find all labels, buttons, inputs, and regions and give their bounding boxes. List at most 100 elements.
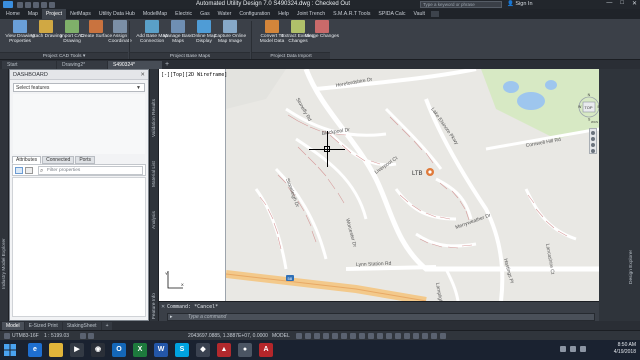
new-layout-button[interactable]: + <box>101 321 113 330</box>
ie-icon[interactable]: e <box>28 343 42 357</box>
close-icon[interactable]: ✕ <box>140 70 145 80</box>
workspace-switch-icon[interactable] <box>386 333 392 339</box>
autocad-icon[interactable]: A <box>259 343 273 357</box>
tab-netmaps[interactable]: NetMaps <box>66 9 95 19</box>
tab-configuration[interactable]: Configuration <box>235 9 274 19</box>
tab-electric[interactable]: Electric <box>171 9 196 19</box>
alphabetical-view-icon[interactable] <box>25 167 33 174</box>
feature-select[interactable]: Select features ▼ <box>13 83 145 92</box>
redo-icon[interactable] <box>49 1 55 8</box>
new-icon[interactable] <box>17 1 23 8</box>
tab-help[interactable]: Help <box>274 9 293 19</box>
viewport-controls-label[interactable]: [-][Top][2D Wireframe] <box>161 72 227 78</box>
tab-spida-calc[interactable]: SPIDA Calc <box>374 9 409 19</box>
map-scale[interactable]: 1 : 5199.03 <box>44 333 69 339</box>
annotation-icon[interactable] <box>377 333 383 339</box>
viewcube[interactable]: TOP N S E W WCS <box>578 88 600 124</box>
close-button[interactable]: ✕ <box>632 0 637 7</box>
design-explorer-tab[interactable]: Design Explorer <box>629 250 634 284</box>
tab-joint-trench[interactable]: Joint Trench <box>293 9 329 19</box>
excel-icon[interactable]: X <box>133 343 147 357</box>
quick-props-icon[interactable] <box>404 333 410 339</box>
tab-vault[interactable]: Vault <box>410 9 429 19</box>
categorized-view-icon[interactable] <box>15 167 23 174</box>
isolate-icon[interactable] <box>413 333 419 339</box>
search-input[interactable]: Type a keyword or phrase <box>420 1 502 8</box>
osnap-icon[interactable] <box>332 333 338 339</box>
tab-model[interactable]: Model <box>2 321 24 330</box>
doc-tab-drawing2[interactable]: Drawing2* <box>57 61 107 69</box>
tab-map[interactable]: Map <box>24 9 42 19</box>
zoom-icon[interactable] <box>591 137 595 141</box>
drawing-viewport[interactable]: Herefordshire Dr Blackpool Dr Lake Elsin… <box>159 69 599 301</box>
command-input[interactable]: ▸ Type a command <box>167 313 595 321</box>
capture-online-map-image-button[interactable]: Capture Online Map Image <box>212 20 248 45</box>
assign-coordinate-button[interactable]: Assign Coordinate <box>102 20 138 45</box>
doc-tab-s490324[interactable]: S490324* <box>108 61 162 69</box>
volume-icon[interactable] <box>570 346 576 352</box>
tab-project[interactable]: Project <box>41 9 67 19</box>
ribbon-minimize-icon[interactable] <box>430 11 439 17</box>
app-menu-icon[interactable] <box>3 1 13 8</box>
tab-e-sized-print[interactable]: E-Sized Print <box>24 321 62 330</box>
maximize-button[interactable]: □ <box>620 0 624 7</box>
feature-info-tab[interactable]: Feature Info <box>152 293 157 319</box>
customize-icon[interactable] <box>440 333 446 339</box>
validation-results-tab[interactable]: Validation Results <box>152 99 157 137</box>
tab-connected[interactable]: Connected <box>42 156 75 164</box>
transparency-icon[interactable] <box>359 333 365 339</box>
sign-in-button[interactable]: 👤 Sign In <box>507 1 533 7</box>
ribbon-group-label[interactable]: Project Data Import <box>252 52 330 59</box>
units-icon[interactable] <box>395 333 401 339</box>
lineweight-icon[interactable] <box>350 333 356 339</box>
doc-tab-start[interactable]: Start <box>2 61 56 69</box>
merge-changes-button[interactable]: Merge Changes <box>304 20 340 39</box>
tab-s-m-a-r-t-tools[interactable]: S.M.A.R.T Tools <box>329 9 374 19</box>
coordinate-system[interactable]: UTM83-16F <box>12 333 39 339</box>
tab-ports[interactable]: Ports <box>75 156 95 164</box>
battery-icon[interactable] <box>580 346 586 352</box>
hardware-accel-icon[interactable] <box>422 333 428 339</box>
chrome-icon[interactable]: ◉ <box>91 343 105 357</box>
selection-cycle-icon[interactable] <box>368 333 374 339</box>
skype-icon[interactable]: S <box>175 343 189 357</box>
new-tab-button[interactable]: + <box>163 61 171 69</box>
windows-start-icon[interactable] <box>4 344 16 356</box>
orbit-icon[interactable] <box>591 143 595 147</box>
clock[interactable]: 8:50 AM 4/19/2018 <box>614 342 636 356</box>
filter-properties-input[interactable]: ⌕ Filter properties <box>38 166 143 175</box>
tab-attributes[interactable]: Attributes <box>12 156 42 164</box>
material-list-tab[interactable]: Material List <box>152 161 157 187</box>
network-icon[interactable] <box>560 346 566 352</box>
tab-stakingsheet[interactable]: StakingSheet <box>62 321 101 330</box>
app-icon-3[interactable]: ● <box>238 343 252 357</box>
pan-icon[interactable] <box>591 131 595 135</box>
polar-icon[interactable] <box>323 333 329 339</box>
otrack-icon[interactable] <box>341 333 347 339</box>
tab-utility-data-hub[interactable]: Utility Data Hub <box>95 9 139 19</box>
save-icon[interactable] <box>33 1 39 8</box>
model-space-toggle[interactable]: MODEL <box>272 333 290 339</box>
analysis-tab[interactable]: Analysis <box>152 211 157 229</box>
industry-model-explorer-tab[interactable]: Industry Model Explorer <box>2 238 7 289</box>
open-icon[interactable] <box>25 1 31 8</box>
lock-icon[interactable] <box>80 333 86 339</box>
app-icon-1[interactable]: ◆ <box>196 343 210 357</box>
snap-icon[interactable] <box>305 333 311 339</box>
word-icon[interactable]: W <box>154 343 168 357</box>
ribbon-group-label[interactable]: Project Base Maps <box>130 52 250 59</box>
undo-icon[interactable] <box>41 1 47 8</box>
grid-icon[interactable] <box>88 333 94 339</box>
showmotion-icon[interactable] <box>591 149 595 153</box>
grid-display-icon[interactable] <box>296 333 302 339</box>
minimize-button[interactable]: — <box>606 0 612 7</box>
workspace-icon[interactable] <box>4 333 10 339</box>
media-icon[interactable]: ▶ <box>70 343 84 357</box>
tab-home[interactable]: Home <box>2 9 24 19</box>
folder-icon[interactable] <box>49 343 63 357</box>
tab-gas[interactable]: Gas <box>196 9 214 19</box>
app-icon-2[interactable]: ▲ <box>217 343 231 357</box>
ortho-icon[interactable] <box>314 333 320 339</box>
close-icon[interactable]: ✕ <box>161 304 165 310</box>
clean-screen-icon[interactable] <box>431 333 437 339</box>
